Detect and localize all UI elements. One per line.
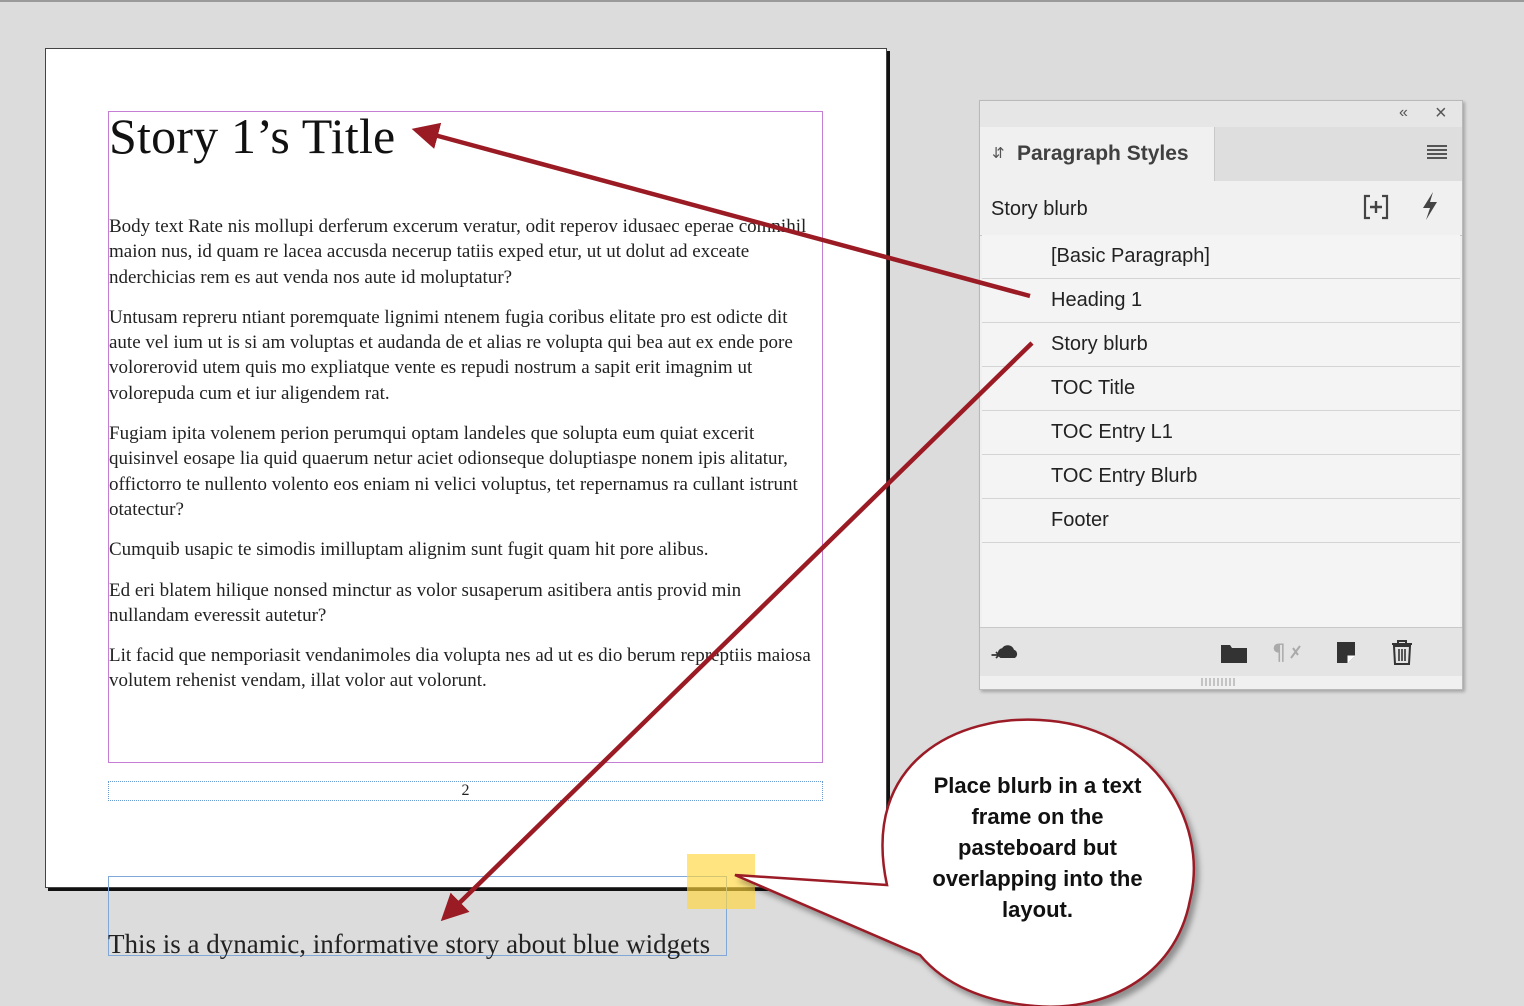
window-top-rule <box>0 0 1524 2</box>
story-title[interactable]: Story 1’s Title <box>109 107 395 165</box>
tab-expand-icon[interactable]: ⇵ <box>992 144 1005 162</box>
style-item-toc-entry-blurb[interactable]: TOC Entry Blurb <box>982 455 1460 499</box>
page-number: 2 <box>461 782 470 799</box>
style-item-basic-paragraph[interactable]: [Basic Paragraph] <box>982 235 1460 279</box>
close-icon[interactable]: × <box>1435 102 1447 125</box>
panel-tab-strip: ⇵ Paragraph Styles <box>980 127 1462 181</box>
style-item-toc-entry-l1[interactable]: TOC Entry L1 <box>982 411 1460 455</box>
current-style-label: Story blurb <box>991 198 1088 220</box>
collapse-panel-icon[interactable]: « <box>1399 104 1408 122</box>
callout-text: Place blurb in a text frame on the paste… <box>932 773 1143 922</box>
panel-menu-icon[interactable] <box>1427 145 1447 159</box>
paragraph-styles-panel: « × ⇵ Paragraph Styles Story blurb [Basi… <box>979 100 1463 690</box>
panel-bottom-bar: ¶ <box>980 627 1462 676</box>
resize-grip-icon[interactable] <box>1200 678 1238 686</box>
current-style-row: Story blurb <box>980 181 1462 236</box>
cloud-library-icon[interactable] <box>990 638 1020 666</box>
story-blurb-text[interactable]: This is a dynamic, informative story abo… <box>108 929 710 960</box>
tab-paragraph-styles[interactable]: ⇵ Paragraph Styles <box>980 127 1215 181</box>
lightning-bolt-icon[interactable] <box>1420 191 1440 221</box>
body-paragraph: Lit facid que nemporiasit vendanimoles d… <box>109 645 811 692</box>
footer-text-frame[interactable]: 2 <box>108 781 823 801</box>
sticky-note[interactable] <box>687 854 755 909</box>
body-paragraph: Fugiam ipita volenem perion perumqui opt… <box>109 423 798 520</box>
body-paragraph: Untusam repreru ntiant poremquate lignim… <box>109 306 793 404</box>
trash-icon[interactable] <box>1387 638 1417 666</box>
style-list: [Basic Paragraph] Heading 1 Story blurb … <box>982 235 1460 627</box>
style-item-footer[interactable]: Footer <box>982 499 1460 543</box>
body-paragraph: Ed eri blatem hilique nonsed minctur as … <box>109 579 742 626</box>
folder-icon[interactable] <box>1219 638 1249 666</box>
svg-text:¶: ¶ <box>1272 641 1286 666</box>
new-style-icon[interactable] <box>1332 638 1362 666</box>
create-style-group-icon[interactable] <box>1363 194 1389 220</box>
tab-label: Paragraph Styles <box>1017 142 1189 165</box>
style-item-story-blurb[interactable]: Story blurb <box>982 323 1460 367</box>
body-paragraph: Body text Rate nis mollupi derferum exce… <box>109 216 807 288</box>
style-item-heading-1[interactable]: Heading 1 <box>982 279 1460 323</box>
clear-overrides-icon[interactable]: ¶ <box>1272 638 1302 666</box>
style-item-toc-title[interactable]: TOC Title <box>982 367 1460 411</box>
body-paragraph: Cumquib usapic te simodis imilluptam ali… <box>109 539 709 561</box>
body-text[interactable]: Body text Rate nis mollupi derferum exce… <box>109 214 823 709</box>
document-page[interactable]: Story 1’s Title Body text Rate nis mollu… <box>45 48 887 888</box>
panel-title-bar[interactable]: « × <box>980 101 1462 127</box>
